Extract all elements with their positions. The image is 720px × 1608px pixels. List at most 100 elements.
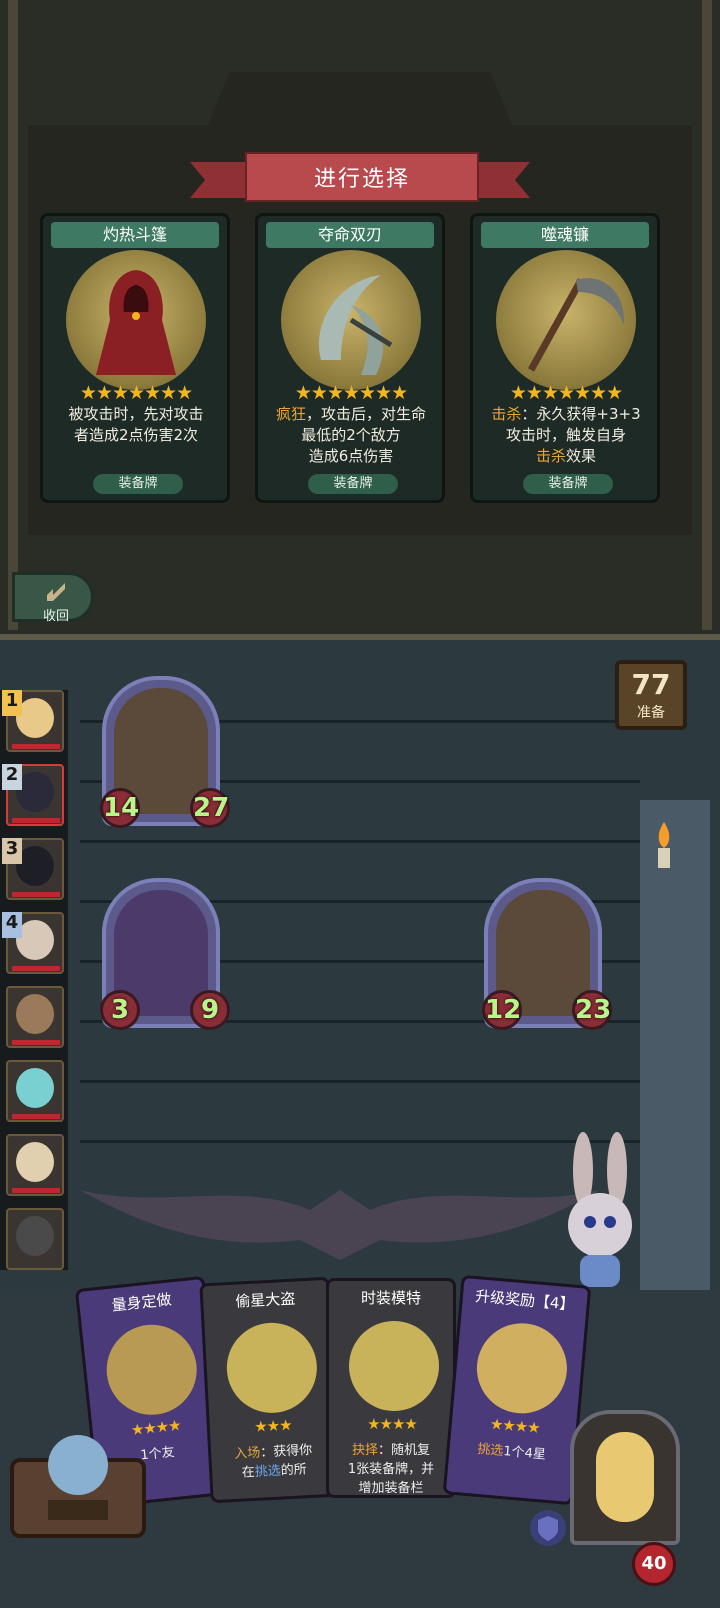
hp-bar [12, 892, 60, 897]
selection-panel: 进行选择 灼热斗篷 ★★★★★★★ 被攻击时，先对攻击 者造成2点伤害2次 装备… [0, 0, 720, 640]
collapse-label: 收回 [43, 609, 70, 624]
ready-label: 准备 [637, 705, 665, 721]
ready-count: 77 [631, 668, 671, 701]
goblin-face [16, 1142, 54, 1182]
card-description: 击杀：永久获得+3+3 攻击时，触发自身 击杀效果 [483, 404, 649, 468]
banner-ribbon-right [470, 162, 530, 198]
hand-card-title: 时装模特 [360, 1289, 421, 1307]
desc-text: 效果 [566, 447, 597, 465]
keyword: 挑选 [254, 1463, 282, 1480]
card-description: 被攻击时，先对攻击 者造成2点伤害2次 [53, 404, 219, 468]
desc-line: 疯狂，攻击后，对生命 [268, 404, 434, 425]
turn-portrait[interactable]: 4 [2, 912, 64, 974]
stone-pillar [640, 800, 710, 1300]
turn-portrait[interactable]: 1 [2, 690, 64, 752]
health-stat: 9 [190, 990, 230, 1030]
choice-card-soul-scythe[interactable]: 噬魂镰 ★★★★★★★ 击杀：永久获得+3+3 攻击时，触发自身 击杀效果 装备… [470, 213, 660, 503]
turn-number: 1 [2, 690, 22, 716]
hp-bar [12, 818, 60, 823]
card-name: 噬魂镰 [481, 222, 649, 248]
hand-card[interactable]: 偷星大盗 ★★★ 入场：获得你 在挑选的所 [199, 1276, 341, 1504]
spellbook-art [473, 1319, 571, 1418]
hand-card-title: 量身定做 [110, 1290, 173, 1315]
panel-frame-left [8, 0, 18, 630]
health-stat: 23 [572, 990, 612, 1030]
hand-card-desc: 入场：获得你 在挑选的所 [217, 1440, 331, 1484]
attack-stat: 3 [100, 990, 140, 1030]
star-rating: ★★★ [253, 1415, 293, 1436]
star-rating: ★★★★★★★ [509, 382, 623, 404]
card-type-label: 装备牌 [523, 474, 613, 494]
desc-text: ：永久获得+3+3 [521, 405, 641, 423]
hand-card-title: 升级奖励【4】 [474, 1287, 576, 1314]
enemy-unit[interactable]: 3 9 [100, 878, 230, 1030]
hand-card-art [102, 1320, 202, 1420]
turn-portrait[interactable] [6, 1134, 64, 1196]
hand-card-art [349, 1321, 439, 1411]
cloak-art [66, 250, 206, 390]
keyword: 挑选 [476, 1441, 504, 1460]
keyword: 入场 [233, 1445, 261, 1462]
desc-line: 者造成2点伤害2次 [73, 426, 199, 444]
turn-number: 2 [2, 764, 22, 790]
turn-portrait[interactable]: 3 [2, 838, 64, 900]
hp-bar [12, 966, 60, 971]
choice-card-scorching-cloak[interactable]: 灼热斗篷 ★★★★★★★ 被攻击时，先对攻击 者造成2点伤害2次 装备牌 [40, 213, 230, 503]
desc-text: 1个4星 [502, 1444, 547, 1463]
star-rating: ★★★★ [367, 1415, 418, 1433]
keyword-frenzy: 疯狂 [275, 405, 306, 423]
keyword: 抉择 [351, 1443, 378, 1458]
attack-stat: 14 [100, 788, 140, 828]
card-type-label: 装备牌 [93, 474, 183, 494]
attack-stat: 12 [482, 990, 522, 1030]
desc-text: ，攻击后，对生命 [306, 405, 427, 423]
desc-text: 增加装备栏 [358, 1481, 424, 1496]
torch-icon [652, 820, 676, 870]
desc-line: 攻击时，触发自身 [505, 426, 626, 444]
desc-text: ：随机复 [378, 1443, 431, 1458]
hp-bar [12, 1040, 60, 1045]
hero-face [596, 1432, 654, 1522]
hand-card-title: 偷星大盗 [234, 1289, 296, 1311]
panel-tab [205, 72, 515, 132]
turn-order-strip: 1 2 3 4 [0, 690, 68, 1270]
enemy-unit[interactable]: 14 27 [100, 676, 230, 828]
hand-card[interactable]: 时装模特 ★★★★ 抉择：随机复 1张装备牌，并 增加装备栏 [326, 1278, 456, 1498]
hero-health: 40 [632, 1542, 676, 1586]
keyword-kill: 击杀 [535, 447, 566, 465]
shield-icon[interactable] [528, 1508, 568, 1548]
collapse-button[interactable]: 收回 [12, 572, 94, 624]
banner-ribbon-left [190, 162, 250, 198]
hp-bar [12, 1188, 60, 1193]
turn-portrait[interactable] [6, 986, 64, 1048]
turn-portrait[interactable] [6, 1060, 64, 1122]
card-type-label: 装备牌 [308, 474, 398, 494]
scythe-art [496, 250, 636, 390]
turn-portrait[interactable] [6, 1208, 64, 1270]
turn-number: 3 [2, 838, 22, 864]
deck-chest-icon[interactable] [8, 1410, 148, 1540]
bat-emblem-icon [80, 1170, 600, 1260]
elf-face [16, 1068, 54, 1108]
enemy-unit[interactable]: 12 23 [482, 878, 612, 1030]
hand-card-desc: 抉择：随机复 1张装备牌，并 增加装备栏 [335, 1441, 447, 1496]
brick-row [80, 1040, 640, 1083]
turn-number: 4 [2, 912, 22, 938]
panel-frame-right [702, 0, 712, 630]
skull-icon [16, 1216, 54, 1256]
desc-line: 击杀效果 [483, 446, 649, 467]
card-name: 夺命双刃 [266, 222, 434, 248]
desc-line: 击杀：永久获得+3+3 [483, 404, 649, 425]
star-rating: ★★★★★★★ [294, 382, 408, 404]
hero-portrait[interactable] [570, 1410, 680, 1545]
ready-counter[interactable]: 77 准备 [615, 660, 687, 730]
health-stat: 27 [190, 788, 230, 828]
card-name: 灼热斗篷 [51, 222, 219, 248]
selection-title: 进行选择 [245, 152, 479, 202]
turn-portrait-active[interactable]: 2 [2, 764, 64, 826]
arrow-down-left-icon [45, 581, 69, 603]
star-rating: ★★★★★★★ [79, 382, 193, 404]
choice-card-twin-blades[interactable]: 夺命双刃 ★★★★★★★ 疯狂，攻击后，对生命 最低的2个敌方 造成6点伤害 装… [255, 213, 445, 503]
desc-text: ：获得你 [259, 1442, 313, 1461]
desc-text: 的所 [280, 1462, 308, 1479]
